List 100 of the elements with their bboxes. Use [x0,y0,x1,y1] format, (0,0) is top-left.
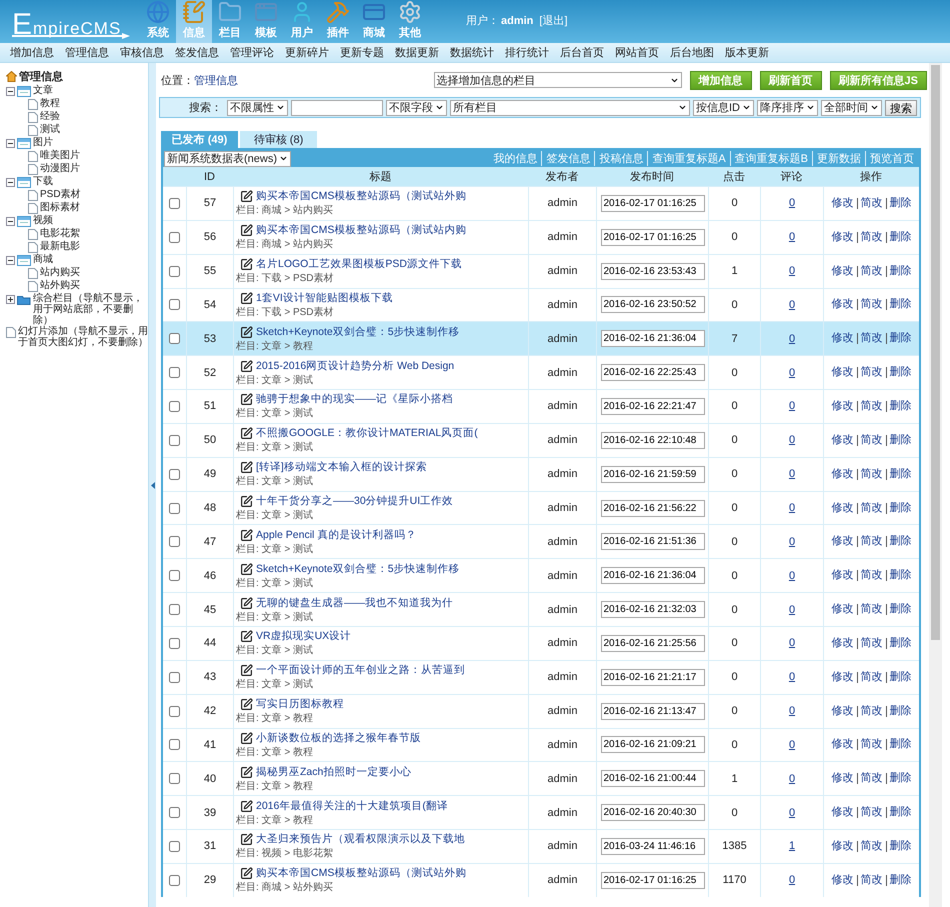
time-field[interactable]: 2016-02-16 21:36:04 [600,330,704,348]
time-field[interactable]: 2016-02-16 22:10:48 [600,432,704,449]
title-link[interactable]: 2015-2016网页设计趋势分析 Web Design [256,358,454,373]
edit-icon[interactable] [240,596,253,610]
edit-icon[interactable] [240,528,253,542]
edit-icon[interactable] [240,867,253,880]
action-link[interactable]: 修改 [828,434,856,446]
comments-link[interactable]: 0 [788,536,796,548]
action-link[interactable]: 修改 [828,604,856,616]
attribute-select[interactable]: 不限属性 [227,100,288,116]
action-link[interactable]: 删除 [886,367,914,378]
action-link[interactable]: 删除 [886,604,914,616]
row-checkbox[interactable] [169,400,180,412]
action-link[interactable]: 修改 [828,232,856,243]
tree-title[interactable]: 管理信息 [19,69,63,84]
title-link[interactable]: 1套VI设计智能贴图模板下载 [256,290,393,305]
menu-link[interactable]: 版本更新 [725,45,769,60]
edit-icon[interactable] [240,664,253,678]
edit-icon[interactable] [240,800,253,813]
row-checkbox[interactable] [169,468,180,480]
time-field[interactable]: 2016-02-16 21:51:36 [600,533,704,550]
edit-icon[interactable] [240,393,253,406]
time-field[interactable]: 2016-02-16 23:50:52 [600,296,704,314]
action-link[interactable]: 修改 [828,638,856,649]
menu-link[interactable]: 审核信息 [120,45,164,60]
edit-icon[interactable] [240,360,253,373]
tree-item[interactable]: 电影花絮 [40,228,80,239]
menu-link[interactable]: 数据统计 [450,45,494,60]
action-link[interactable]: 简改 [856,638,886,649]
tree-item[interactable]: 幻灯片添加（导航不显示，用于首页大图幻灯，不要删除） [18,326,148,348]
comments-link[interactable]: 0 [788,671,796,684]
collapse-icon[interactable] [6,217,15,226]
menu-link[interactable]: 排行统计 [505,45,549,60]
comments-link[interactable]: 0 [788,637,796,650]
menu-link[interactable]: 管理评论 [230,45,274,60]
action-link[interactable]: 删除 [886,198,914,209]
menu-link[interactable]: 更新碎片 [285,45,329,60]
row-checkbox[interactable] [169,672,180,683]
time-field[interactable]: 2016-02-16 22:21:47 [600,398,704,415]
comments-link[interactable]: 0 [788,366,796,379]
time-field[interactable]: 2016-02-17 01:16:25 [600,872,704,889]
action-link[interactable]: 修改 [828,536,856,548]
time-field[interactable]: 2016-02-16 21:09:21 [600,736,704,754]
action-link[interactable]: 删除 [886,266,914,277]
time-field[interactable]: 2016-02-16 21:56:22 [600,500,704,517]
tree-item[interactable]: 测试 [40,124,60,135]
title-link[interactable]: 驰骋于想象中的现实——记《星际小搭档 [256,392,453,406]
action-link[interactable]: 删除 [886,840,914,852]
action-link[interactable]: 简改 [856,536,886,548]
time-field[interactable]: 2016-02-17 01:16:25 [600,194,704,212]
action-link[interactable]: 删除 [886,536,914,548]
row-checkbox[interactable] [169,739,180,750]
collapse-icon[interactable] [6,256,15,265]
action-link[interactable]: 修改 [828,739,856,750]
comments-link[interactable]: 0 [788,705,796,718]
time-field[interactable]: 2016-02-16 21:59:59 [600,466,704,483]
search-field[interactable] [291,100,383,116]
action-link[interactable]: 修改 [828,367,856,378]
time-field[interactable]: 2016-02-16 21:32:03 [600,601,704,618]
action-link[interactable]: 简改 [856,604,886,616]
comments-link[interactable]: 0 [788,400,796,412]
time-select[interactable]: 全部时间 [821,100,882,116]
tree-item[interactable]: 商城 [33,254,53,265]
comments-link[interactable]: 0 [788,231,796,244]
action-link[interactable]: 删除 [886,773,914,784]
action-link[interactable]: 删除 [886,333,914,344]
tree-item[interactable]: 唯美图片 [40,150,80,161]
edit-icon[interactable] [240,258,253,272]
row-checkbox[interactable] [169,434,180,446]
action-link[interactable]: 简改 [856,198,886,209]
comments-link[interactable]: 1 [788,840,796,852]
action-link[interactable]: 简改 [856,874,886,886]
action-link[interactable]: 简改 [856,739,886,750]
edit-icon[interactable] [240,766,253,779]
action-link[interactable]: 简改 [856,570,886,582]
title-link[interactable]: 不照搬GOOGLE：教你设计MATERIAL风页面( [256,426,478,440]
time-field[interactable]: 2016-02-16 21:25:56 [600,634,704,652]
column-filter-select[interactable]: 所有栏目 [450,100,690,116]
title-link[interactable]: 揭秘男巫Zach拍照时一定要小心 [256,764,412,779]
tree-item[interactable]: 视频 [33,215,53,226]
tree-item[interactable]: 动漫图片 [40,163,80,174]
action-link[interactable]: 删除 [886,468,914,480]
comments-link[interactable]: 0 [788,265,796,278]
action-link[interactable]: 修改 [828,840,856,852]
action-link[interactable]: 简改 [856,232,886,243]
row-checkbox[interactable] [169,198,180,209]
action-link[interactable]: 简改 [856,367,886,378]
collapse-arrow-icon[interactable] [150,482,154,488]
time-field[interactable]: 2016-02-16 23:53:43 [600,262,704,280]
row-checkbox[interactable] [169,706,180,717]
row-checkbox[interactable] [169,807,180,818]
comments-link[interactable]: 0 [788,434,796,446]
action-link[interactable]: 简改 [856,840,886,852]
action-link[interactable]: 简改 [856,773,886,784]
comments-link[interactable]: 0 [788,772,796,785]
tab[interactable]: 待审核 (8) [240,131,317,148]
action-link[interactable]: 简改 [856,434,886,446]
search-button[interactable]: 搜索 [885,100,917,116]
edit-icon[interactable] [240,562,253,576]
edit-icon[interactable] [240,190,253,204]
